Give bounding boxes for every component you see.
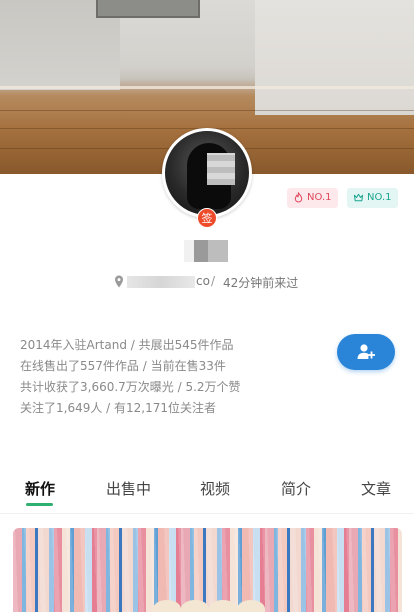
flame-icon <box>294 192 303 203</box>
rank-badge-label: NO.1 <box>307 192 332 203</box>
rank-badge-label: NO.1 <box>367 192 392 203</box>
tab-new-works[interactable]: 新作 <box>25 478 55 499</box>
avatar[interactable] <box>162 128 252 218</box>
tab-on-sale[interactable]: 出售中 <box>106 478 151 499</box>
profile-tabs: 新作 出售中 视频 简介 文章 <box>0 478 414 512</box>
add-user-icon <box>357 344 375 359</box>
crown-icon <box>353 193 364 202</box>
location-pin-icon <box>115 275 123 288</box>
artist-name-mosaic <box>184 240 228 262</box>
artwork-detail <box>153 600 181 612</box>
active-tab-indicator <box>26 503 53 506</box>
location-mosaic <box>127 276 195 288</box>
stats-exposure-likes: 共计收获了3,660.7万次曝光 / 5.2万个赞 <box>20 380 241 394</box>
rank-badge-sales[interactable]: NO.1 <box>347 188 398 208</box>
follow-button[interactable] <box>337 334 395 370</box>
location-suffix: co <box>196 274 210 288</box>
stats-following-followers: 关注了1,649人 / 有12,171位关注者 <box>20 401 217 415</box>
artwork-thumbnail[interactable] <box>13 528 402 612</box>
artist-stats: 2014年入驻Artand / 共展出545件作品 在线售出了557件作品 / … <box>20 335 320 419</box>
signed-artist-badge: 签 <box>197 208 217 228</box>
last-seen-text: 42分钟前来过 <box>223 276 299 290</box>
tab-intro[interactable]: 简介 <box>281 478 311 499</box>
rank-badge-popularity[interactable]: NO.1 <box>287 188 338 208</box>
tab-videos[interactable]: 视频 <box>200 478 230 499</box>
profile-meta: co / 42分钟前来过 <box>0 272 414 292</box>
stats-joined-exhibited: 2014年入驻Artand / 共展出545件作品 <box>20 338 234 352</box>
tabs-divider <box>0 513 414 514</box>
artwork-detail <box>181 600 209 612</box>
tab-articles[interactable]: 文章 <box>361 478 391 499</box>
meta-separator: / <box>211 274 216 288</box>
avatar-face-mosaic <box>207 153 235 185</box>
artwork-detail <box>237 600 265 612</box>
stats-sold-on-sale: 在线售出了557件作品 / 当前在售33件 <box>20 359 226 373</box>
artwork-detail <box>209 600 237 612</box>
artwork-texture <box>13 528 402 612</box>
